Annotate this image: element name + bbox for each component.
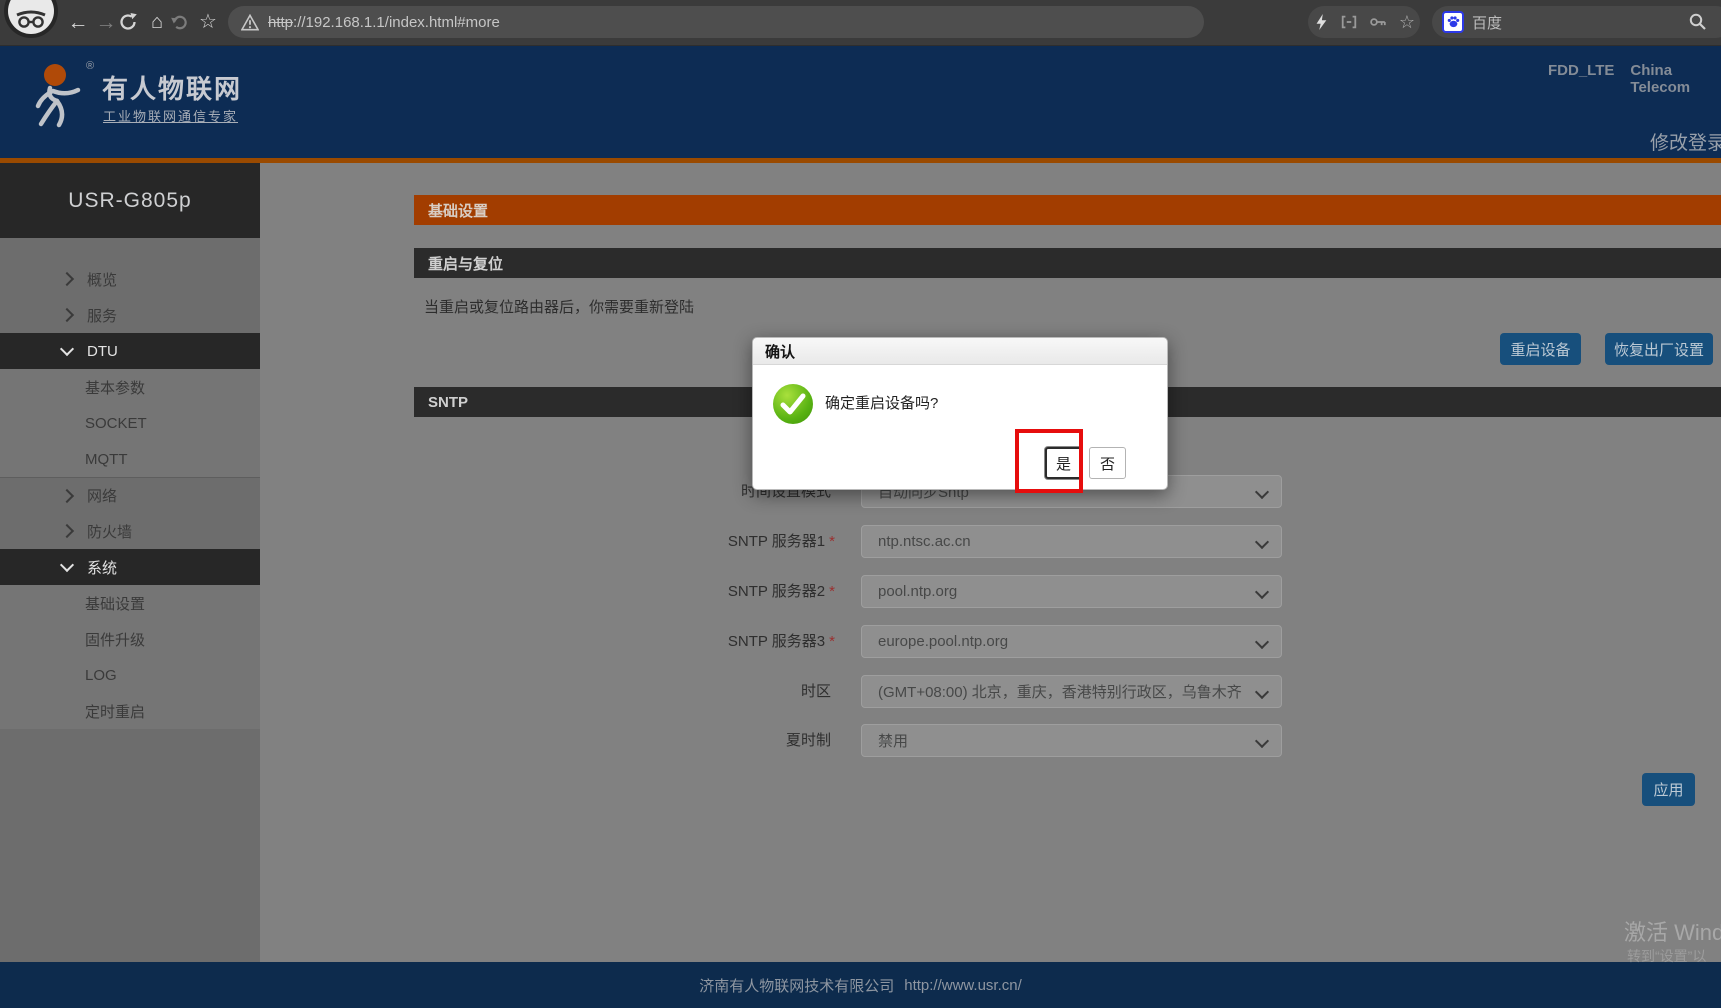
sntp-server3-label: SNTP 服务器3 * bbox=[727, 633, 835, 650]
brand-slogan: 工业物联网通信专家 bbox=[103, 109, 239, 124]
timezone-select[interactable]: (GMT+08:00) 北京，重庆，香港特别行政区，乌鲁木齐 bbox=[861, 675, 1282, 708]
status-area: FDD_LTE China Telecom bbox=[1548, 62, 1721, 96]
screenshot-icon[interactable] bbox=[1340, 13, 1358, 31]
registered-mark: ® bbox=[86, 60, 95, 72]
form-row-sntp-server1: SNTP 服务器1 * ntp.ntsc.ac.cn bbox=[0, 525, 1721, 558]
footer-website-link[interactable]: http://www.usr.cn/ bbox=[904, 977, 1022, 994]
sntp-server2-label: SNTP 服务器2 * bbox=[727, 583, 835, 600]
dialog-message: 确定重启设备吗? bbox=[825, 395, 939, 412]
sidebar-item-socket[interactable]: SOCKET bbox=[0, 405, 260, 441]
usr-logo bbox=[35, 64, 81, 128]
device-model: USR-G805p bbox=[68, 188, 192, 212]
sidebar-item-mqtt[interactable]: MQTT bbox=[0, 441, 260, 477]
brand-title: 有人物联网 bbox=[102, 74, 243, 104]
back-button[interactable]: ← bbox=[64, 0, 92, 45]
address-bar[interactable]: http://192.168.1.1/index.html#more bbox=[228, 6, 1204, 38]
sidebar-item-services[interactable]: 服务 bbox=[0, 297, 260, 333]
change-password-link[interactable]: 修改登录密码 bbox=[1650, 128, 1721, 155]
sntp-server3-select[interactable]: europe.pool.ntp.org bbox=[861, 625, 1282, 658]
footer-company: 济南有人物联网技术有限公司 bbox=[699, 977, 895, 995]
sidebar-item-overview[interactable]: 概览 bbox=[0, 261, 260, 297]
sntp-server2-select[interactable]: pool.ntp.org bbox=[861, 575, 1282, 608]
timezone-label: 时区 bbox=[800, 683, 831, 700]
confirm-dialog: 确认 确定重启设备吗? 是 否 bbox=[752, 337, 1168, 490]
restart-note: 当重启或复位路由器后，你需要重新登陆 bbox=[424, 299, 695, 316]
factory-reset-button[interactable]: 恢复出厂设置 bbox=[1605, 333, 1713, 365]
section-header-restart-reset: 重启与复位 bbox=[414, 248, 1721, 278]
chevron-down-icon bbox=[1254, 534, 1270, 550]
favorite-star-icon[interactable]: ☆ bbox=[1399, 6, 1415, 38]
form-row-timezone: 时区 (GMT+08:00) 北京，重庆，香港特别行政区，乌鲁木齐 bbox=[0, 675, 1721, 708]
dst-select[interactable]: 禁用 bbox=[861, 724, 1282, 757]
carrier-badge: China Telecom bbox=[1630, 62, 1691, 96]
chevron-down-icon bbox=[1254, 733, 1270, 749]
bookmark-star-icon[interactable]: ☆ bbox=[194, 0, 222, 45]
baidu-logo-icon bbox=[1442, 11, 1464, 33]
incognito-avatar[interactable] bbox=[8, 0, 54, 34]
chevron-down-icon bbox=[1254, 584, 1270, 600]
reload-button[interactable] bbox=[118, 12, 138, 32]
undo-icon[interactable] bbox=[170, 13, 189, 32]
windows-activation-watermark-sub: 转到“设置”以 bbox=[1627, 948, 1707, 964]
sidebar: USR-G805p 概览 服务 DTU 基本参数 SOCKET MQTT 网络 … bbox=[0, 163, 260, 962]
chevron-right-icon bbox=[59, 307, 75, 323]
key-icon[interactable] bbox=[1369, 13, 1388, 31]
success-check-icon bbox=[773, 384, 813, 424]
chevron-down-icon bbox=[1254, 684, 1270, 700]
browser-toolbar: ← → ⌂ ☆ http://192.168.1.1/index.html#mo… bbox=[0, 0, 1721, 46]
dialog-title-bar: 确认 bbox=[753, 338, 1167, 365]
url-text: http://192.168.1.1/index.html#more bbox=[268, 14, 500, 31]
url-rest: ://192.168.1.1/index.html#more bbox=[293, 13, 500, 31]
chevron-right-icon bbox=[59, 271, 75, 287]
chevron-down-icon bbox=[1254, 634, 1270, 650]
no-button[interactable]: 否 bbox=[1089, 447, 1126, 479]
chevron-down-icon bbox=[59, 557, 75, 573]
sidebar-item-dtu[interactable]: DTU bbox=[0, 333, 260, 369]
dst-label: 夏时制 bbox=[785, 732, 831, 749]
sntp-server1-label: SNTP 服务器1 * bbox=[727, 533, 835, 550]
lightning-icon[interactable] bbox=[1313, 13, 1329, 31]
search-box[interactable]: 百度 bbox=[1432, 6, 1721, 38]
incognito-icon bbox=[16, 10, 46, 28]
yes-button[interactable]: 是 bbox=[1045, 447, 1082, 479]
form-row-dst: 夏时制 禁用 bbox=[0, 724, 1721, 757]
sidebar-item-basic-params[interactable]: 基本参数 bbox=[0, 369, 260, 405]
not-secure-warning-icon bbox=[241, 13, 259, 30]
home-button[interactable]: ⌂ bbox=[143, 0, 171, 45]
form-row-sntp-server3: SNTP 服务器3 * europe.pool.ntp.org bbox=[0, 625, 1721, 658]
network-mode-badge: FDD_LTE bbox=[1548, 62, 1615, 79]
sntp-server1-select[interactable]: ntp.ntsc.ac.cn bbox=[861, 525, 1282, 558]
apply-button[interactable]: 应用 bbox=[1642, 773, 1695, 806]
extension-icon-group: ☆ bbox=[1308, 6, 1420, 38]
url-scheme: http bbox=[268, 13, 294, 31]
chevron-down-icon bbox=[59, 341, 75, 357]
forward-button[interactable]: → bbox=[92, 0, 120, 45]
chevron-down-icon bbox=[1254, 484, 1270, 500]
section-header-basic-settings: 基础设置 bbox=[414, 195, 1721, 225]
search-icon[interactable] bbox=[1688, 12, 1708, 32]
windows-activation-watermark: 激活 Wind bbox=[1624, 920, 1721, 945]
search-engine-label: 百度 bbox=[1472, 14, 1503, 32]
restart-device-button[interactable]: 重启设备 bbox=[1500, 333, 1581, 365]
form-row-sntp-server2: SNTP 服务器2 * pool.ntp.org bbox=[0, 575, 1721, 608]
device-model-panel: USR-G805p bbox=[0, 163, 260, 238]
page-footer: 济南有人物联网技术有限公司 http://www.usr.cn/ bbox=[0, 962, 1721, 1008]
site-header: ® 有人物联网 工业物联网通信专家 FDD_LTE China Telecom … bbox=[0, 45, 1721, 158]
